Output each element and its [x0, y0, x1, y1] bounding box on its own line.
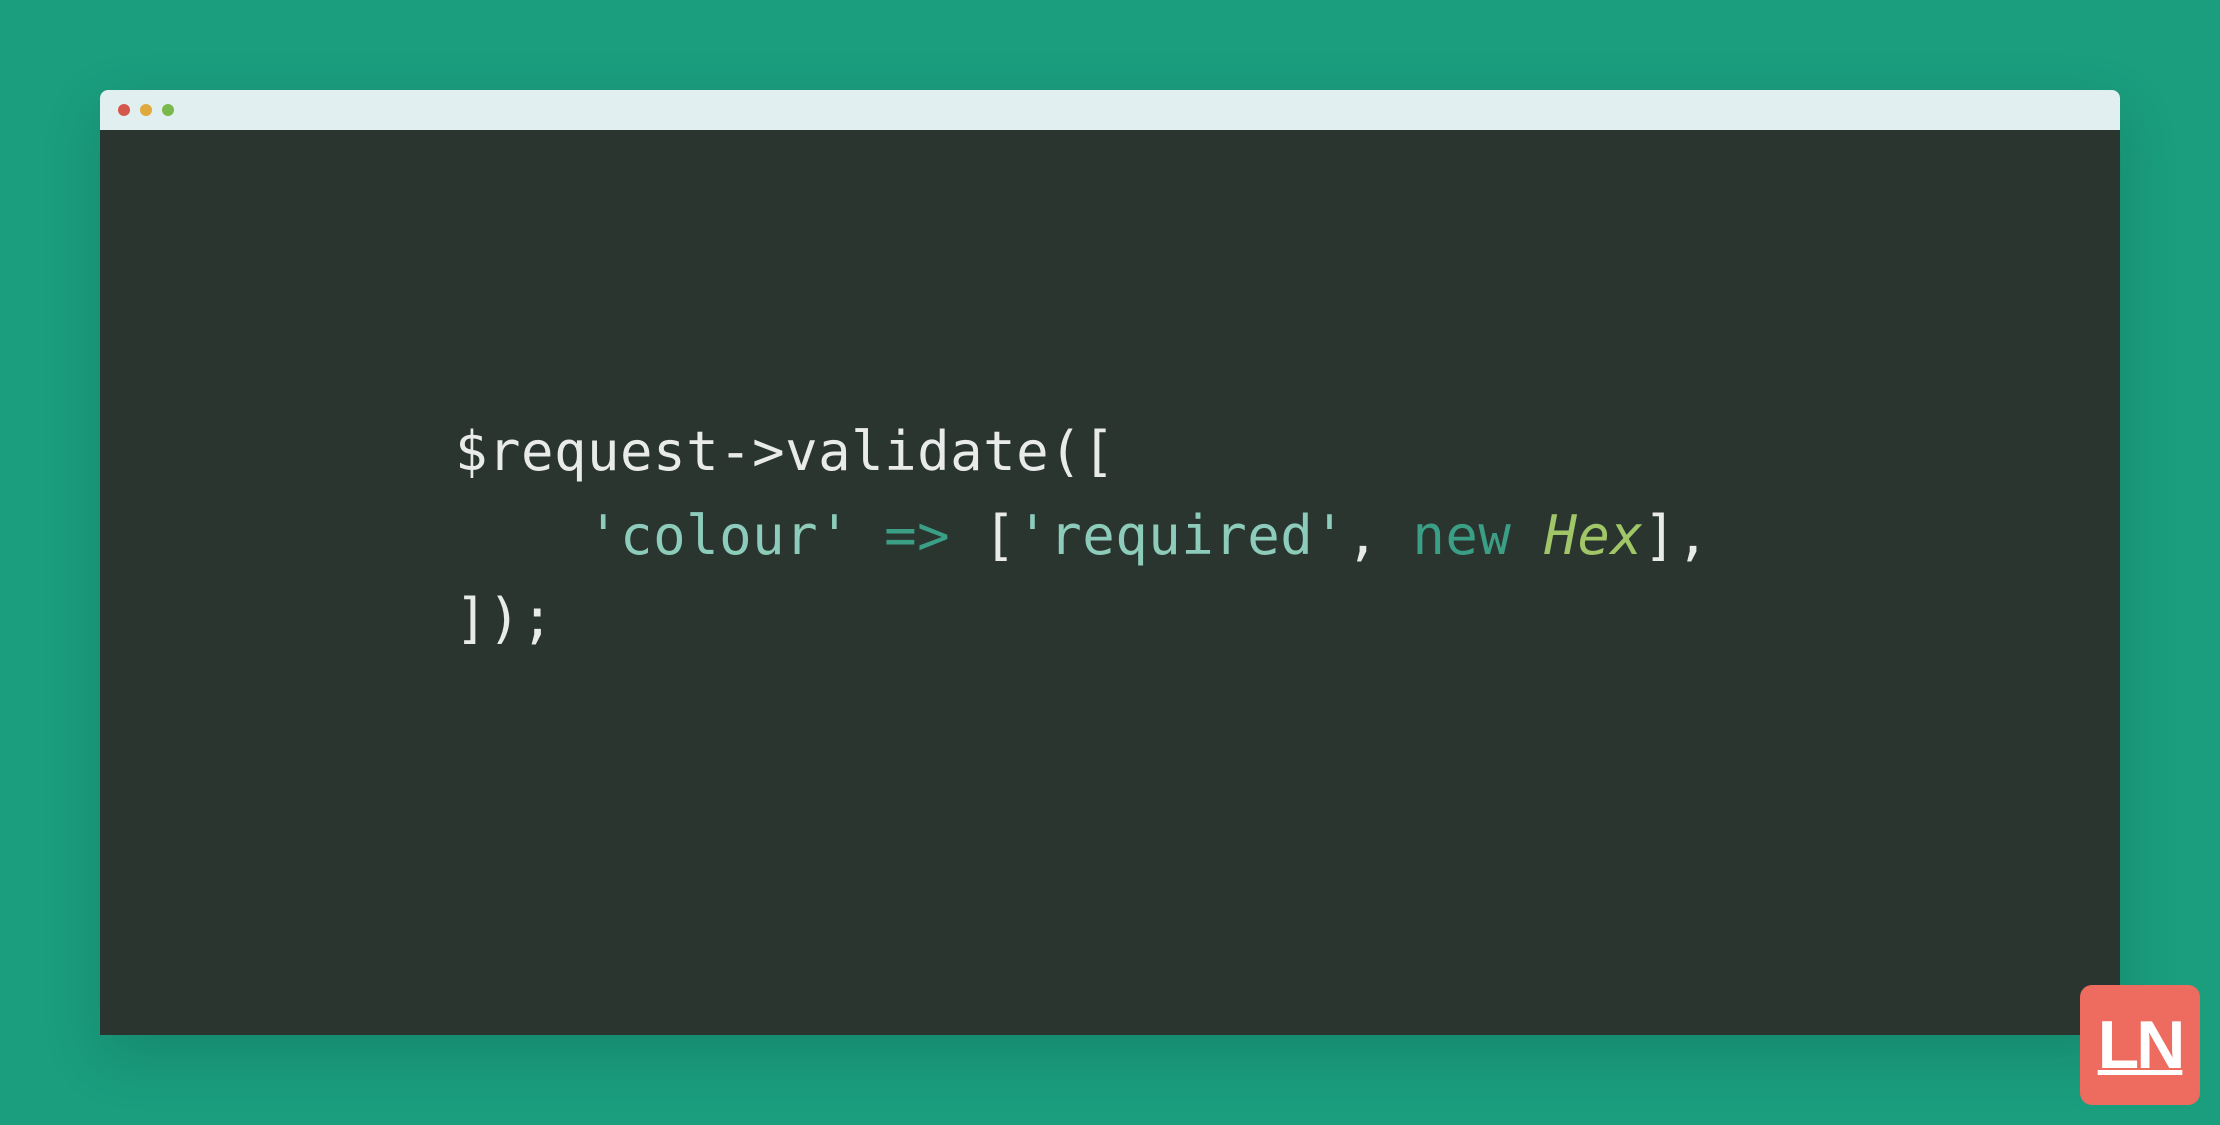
code-classname: Hex [1544, 504, 1643, 567]
code-line-3: ]); [455, 577, 2120, 661]
code-line-1: $request->validate([ [455, 410, 2120, 494]
code-text: $request->validate([ [455, 420, 1115, 483]
title-bar [100, 90, 2120, 130]
code-bracket: [ [983, 504, 1016, 567]
code-text: ]); [455, 587, 554, 650]
code-arrow: => [851, 504, 983, 567]
maximize-icon[interactable] [162, 104, 174, 116]
logo-text: LN [2098, 1006, 2183, 1084]
code-string: 'required' [1016, 504, 1346, 567]
code-bracket: ], [1643, 504, 1709, 567]
code-line-2: 'colour' => ['required', new Hex], [455, 494, 2120, 578]
code-comma: , [1346, 504, 1412, 567]
code-string: 'colour' [587, 504, 851, 567]
close-icon[interactable] [118, 104, 130, 116]
code-keyword: new [1412, 504, 1544, 567]
minimize-icon[interactable] [140, 104, 152, 116]
code-indent [455, 504, 587, 567]
logo-badge: LN [2080, 985, 2200, 1105]
code-area: $request->validate([ 'colour' => ['requi… [100, 130, 2120, 661]
editor-window: $request->validate([ 'colour' => ['requi… [100, 90, 2120, 1035]
